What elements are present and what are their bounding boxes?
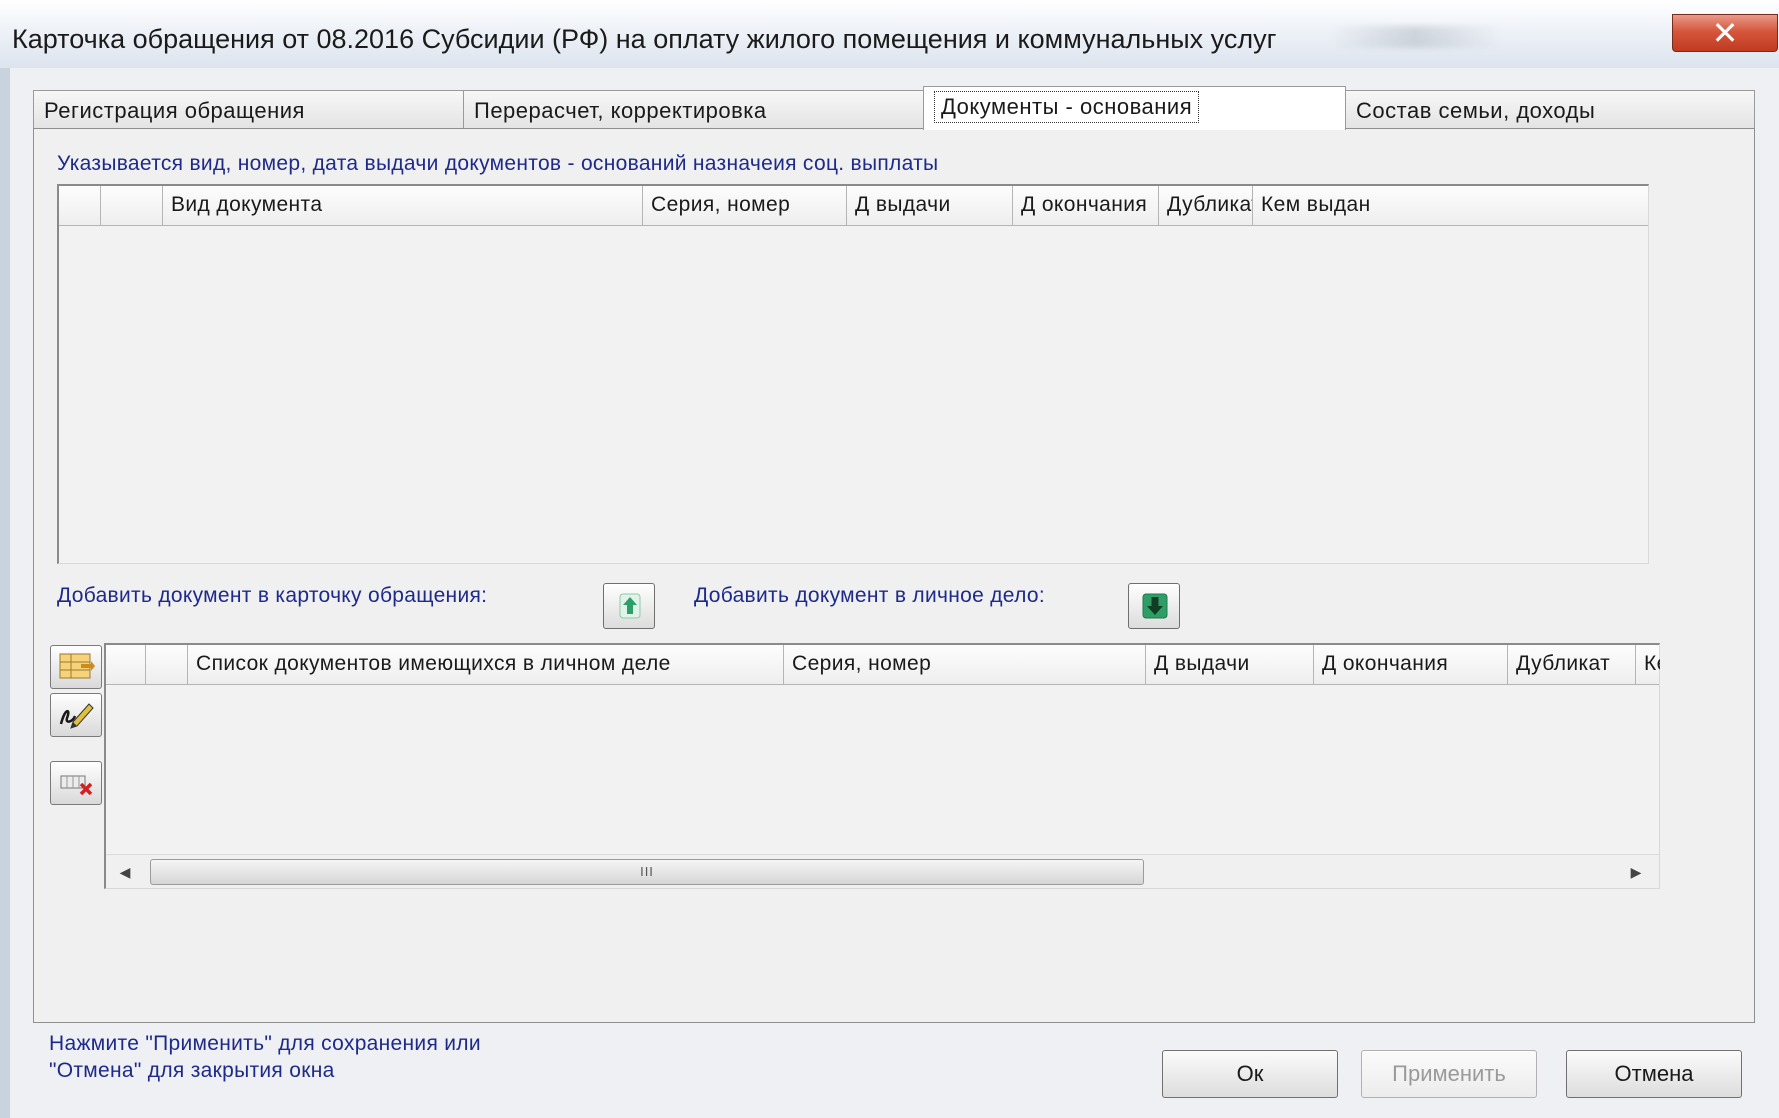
column-header-series-number[interactable]: Серия, номер [643, 186, 847, 226]
cancel-button[interactable]: Отмена [1566, 1050, 1742, 1098]
add-record-button[interactable] [50, 645, 102, 689]
documents-hint: Указывается вид, номер, дата выдачи доку… [57, 152, 939, 175]
close-icon: ✕ [1711, 14, 1739, 52]
column-header-duplicate[interactable]: Дубликат [1159, 186, 1253, 226]
close-button[interactable]: ✕ [1672, 14, 1778, 52]
add-to-personal-button[interactable] [1128, 583, 1180, 629]
add-to-personal-label: Добавить документ в личное дело: [694, 584, 1045, 607]
grid-header: Вид документа Серия, номер Д выдачи Д ок… [59, 186, 1648, 226]
delete-record-icon [60, 775, 93, 796]
window-title: Карточка обращения от 08.2016 Субсидии (… [12, 24, 1277, 54]
tab-family[interactable]: Состав семьи, доходы [1345, 90, 1755, 130]
tab-label: Состав семьи, доходы [1356, 98, 1596, 123]
scroll-left-icon[interactable]: ◀ [116, 862, 134, 882]
dialog-window: Карточка обращения от 08.2016 Субсидии (… [0, 0, 1779, 1118]
scroll-grip: III [640, 864, 654, 879]
tab-registration[interactable]: Регистрация обращения [33, 90, 465, 130]
horizontal-scrollbar[interactable]: ◀ III ▶ [106, 854, 1659, 888]
ok-button[interactable]: Ок [1162, 1050, 1338, 1098]
tab-recalculation[interactable]: Перерасчет, корректировка [463, 90, 925, 130]
scroll-right-icon[interactable]: ▶ [1627, 862, 1645, 882]
title-blur [1330, 26, 1500, 48]
grid-header: Список документов имеющихся в личном дел… [106, 645, 1660, 685]
column-header-doc-list[interactable]: Список документов имеющихся в личном дел… [188, 645, 784, 685]
personal-documents-grid[interactable]: Список документов имеющихся в личном дел… [104, 643, 1660, 889]
arrow-down-icon [1142, 593, 1168, 619]
window-frame [0, 68, 10, 1118]
edit-record-button[interactable] [50, 693, 102, 737]
column-header-select[interactable] [101, 186, 163, 226]
tab-label: Документы - основания [934, 91, 1200, 123]
column-header-duplicate[interactable]: Дубликат [1508, 645, 1636, 685]
add-to-card-button[interactable] [603, 583, 655, 629]
documents-grid[interactable]: Вид документа Серия, номер Д выдачи Д ок… [57, 184, 1649, 564]
arrow-up-icon [619, 593, 641, 619]
column-header-doc-type[interactable]: Вид документа [163, 186, 643, 226]
column-header-end-date[interactable]: Д окончания [1013, 186, 1159, 226]
tab-label: Перерасчет, корректировка [474, 98, 767, 123]
footer-hint: Нажмите "Применить" для сохранения или "… [49, 1030, 481, 1084]
apply-button[interactable]: Применить [1361, 1050, 1537, 1098]
column-header-issue-date[interactable]: Д выдачи [847, 186, 1013, 226]
column-header-issue-date[interactable]: Д выдачи [1146, 645, 1314, 685]
edit-record-icon [59, 703, 94, 729]
column-header-series-number[interactable]: Серия, номер [784, 645, 1146, 685]
delete-record-button[interactable] [50, 761, 102, 805]
add-to-card-label: Добавить документ в карточку обращения: [57, 584, 488, 607]
footer-hint-line1: Нажмите "Применить" для сохранения или [49, 1032, 481, 1055]
column-header-indicator[interactable] [106, 645, 146, 685]
column-header-issued-by[interactable]: Кем выдан [1636, 645, 1660, 685]
tab-documents[interactable]: Документы - основания [923, 86, 1346, 130]
title-bar[interactable]: Карточка обращения от 08.2016 Субсидии (… [0, 0, 1779, 68]
scroll-thumb[interactable]: III [150, 859, 1144, 885]
column-header-issued-by[interactable]: Кем выдан [1253, 186, 1649, 226]
tab-label: Регистрация обращения [44, 98, 305, 123]
add-record-icon [59, 653, 95, 679]
footer-hint-line2: "Отмена" для закрытия окна [49, 1059, 335, 1082]
column-header-end-date[interactable]: Д окончания [1314, 645, 1508, 685]
column-header-indicator[interactable] [59, 186, 101, 226]
column-header-select[interactable] [146, 645, 188, 685]
